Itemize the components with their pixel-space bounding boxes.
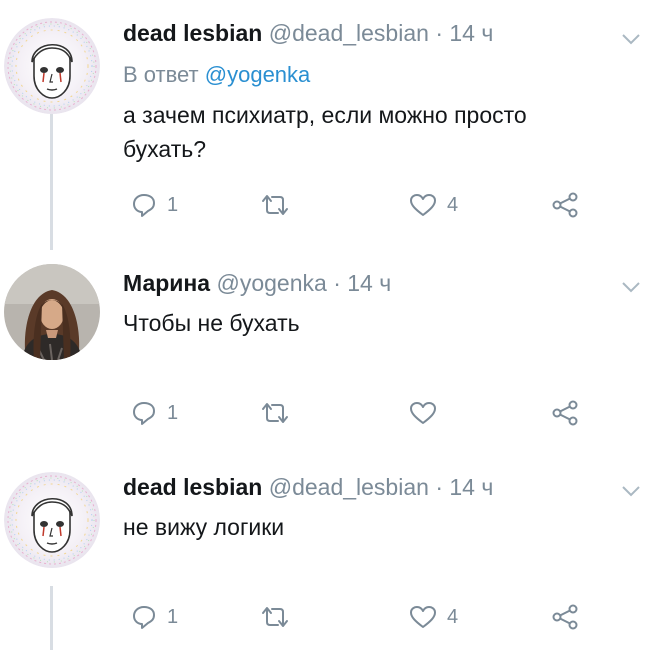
reply-handle-link[interactable]: @yogenka <box>205 62 311 87</box>
retweet-button[interactable] <box>259 188 301 222</box>
avatar-photo <box>4 264 100 360</box>
display-name[interactable]: dead lesbian <box>123 20 262 46</box>
reply-prefix: В ответ <box>123 62 199 87</box>
retweet-icon <box>259 604 291 630</box>
thread-line <box>50 586 53 650</box>
retweet-icon <box>259 400 291 426</box>
reply-icon <box>131 192 157 218</box>
chevron-down-icon[interactable] <box>620 484 642 498</box>
share-icon <box>551 603 579 631</box>
like-count: 4 <box>447 605 459 628</box>
reply-context: В ответ @yogenka <box>123 62 310 88</box>
tweet-text-line: не вижу логики <box>123 514 285 540</box>
like-button[interactable] <box>409 396 447 430</box>
share-icon <box>551 191 579 219</box>
like-count: 4 <box>447 193 459 216</box>
reply-count: 1 <box>167 605 179 628</box>
avatar-drawing <box>4 472 100 568</box>
retweet-button[interactable] <box>259 396 301 430</box>
tweet-text-line: а зачем психиатр, если можно просто <box>123 102 527 128</box>
display-name[interactable]: Марина <box>123 270 210 296</box>
username[interactable]: @dead_lesbian <box>269 20 429 46</box>
tweet-header: dead lesbian @dead_lesbian · 14 ч <box>123 20 493 47</box>
tweet-text-line: бухать? <box>123 136 207 162</box>
timestamp[interactable]: 14 ч <box>449 20 493 46</box>
reply-button[interactable]: 1 <box>131 396 178 430</box>
separator-dot: · <box>435 20 443 46</box>
like-button[interactable]: 4 <box>409 188 458 222</box>
retweet-icon <box>259 192 291 218</box>
heart-icon <box>409 604 437 630</box>
timestamp[interactable]: 14 ч <box>449 474 493 500</box>
reply-button[interactable]: 1 <box>131 600 178 634</box>
reply-icon <box>131 400 157 426</box>
share-button[interactable] <box>551 396 579 430</box>
share-icon <box>551 399 579 427</box>
tweet-text-line: Чтобы не бухать <box>123 310 300 336</box>
tweet[interactable]: dead lesbian @dead_lesbian · 14 ч В отве… <box>0 0 650 250</box>
chevron-down-icon[interactable] <box>620 280 642 294</box>
tweet-actions: 1 <box>123 396 593 430</box>
reply-button[interactable]: 1 <box>131 188 178 222</box>
tweet-text: Чтобы не бухать <box>123 306 300 340</box>
tweet-actions: 1 4 <box>123 600 593 634</box>
heart-icon <box>409 192 437 218</box>
heart-icon <box>409 400 437 426</box>
separator-dot: · <box>333 270 341 296</box>
tweet-actions: 1 4 <box>123 188 593 222</box>
tweet[interactable]: dead lesbian @dead_lesbian · 14 ч не виж… <box>0 450 650 650</box>
avatar[interactable] <box>4 18 100 114</box>
share-button[interactable] <box>551 600 579 634</box>
avatar[interactable] <box>4 472 100 568</box>
chevron-down-icon[interactable] <box>620 32 642 46</box>
username[interactable]: @dead_lesbian <box>269 474 429 500</box>
like-button[interactable]: 4 <box>409 600 458 634</box>
reply-count: 1 <box>167 193 179 216</box>
reply-icon <box>131 604 157 630</box>
tweet[interactable]: Марина @yogenka · 14 ч Чтобы не бухать 1 <box>0 250 650 450</box>
tweet-text: а зачем психиатр, если можно просто буха… <box>123 98 527 166</box>
separator-dot: · <box>435 474 443 500</box>
thread-line <box>50 114 53 250</box>
share-button[interactable] <box>551 188 579 222</box>
tweet-text: не вижу логики <box>123 510 284 544</box>
timestamp[interactable]: 14 ч <box>347 270 391 296</box>
avatar[interactable] <box>4 264 100 360</box>
avatar-drawing <box>4 18 100 114</box>
username[interactable]: @yogenka <box>217 270 327 296</box>
tweet-header: dead lesbian @dead_lesbian · 14 ч <box>123 474 493 501</box>
reply-count: 1 <box>167 401 179 424</box>
retweet-button[interactable] <box>259 600 301 634</box>
tweet-header: Марина @yogenka · 14 ч <box>123 270 391 297</box>
display-name[interactable]: dead lesbian <box>123 474 262 500</box>
